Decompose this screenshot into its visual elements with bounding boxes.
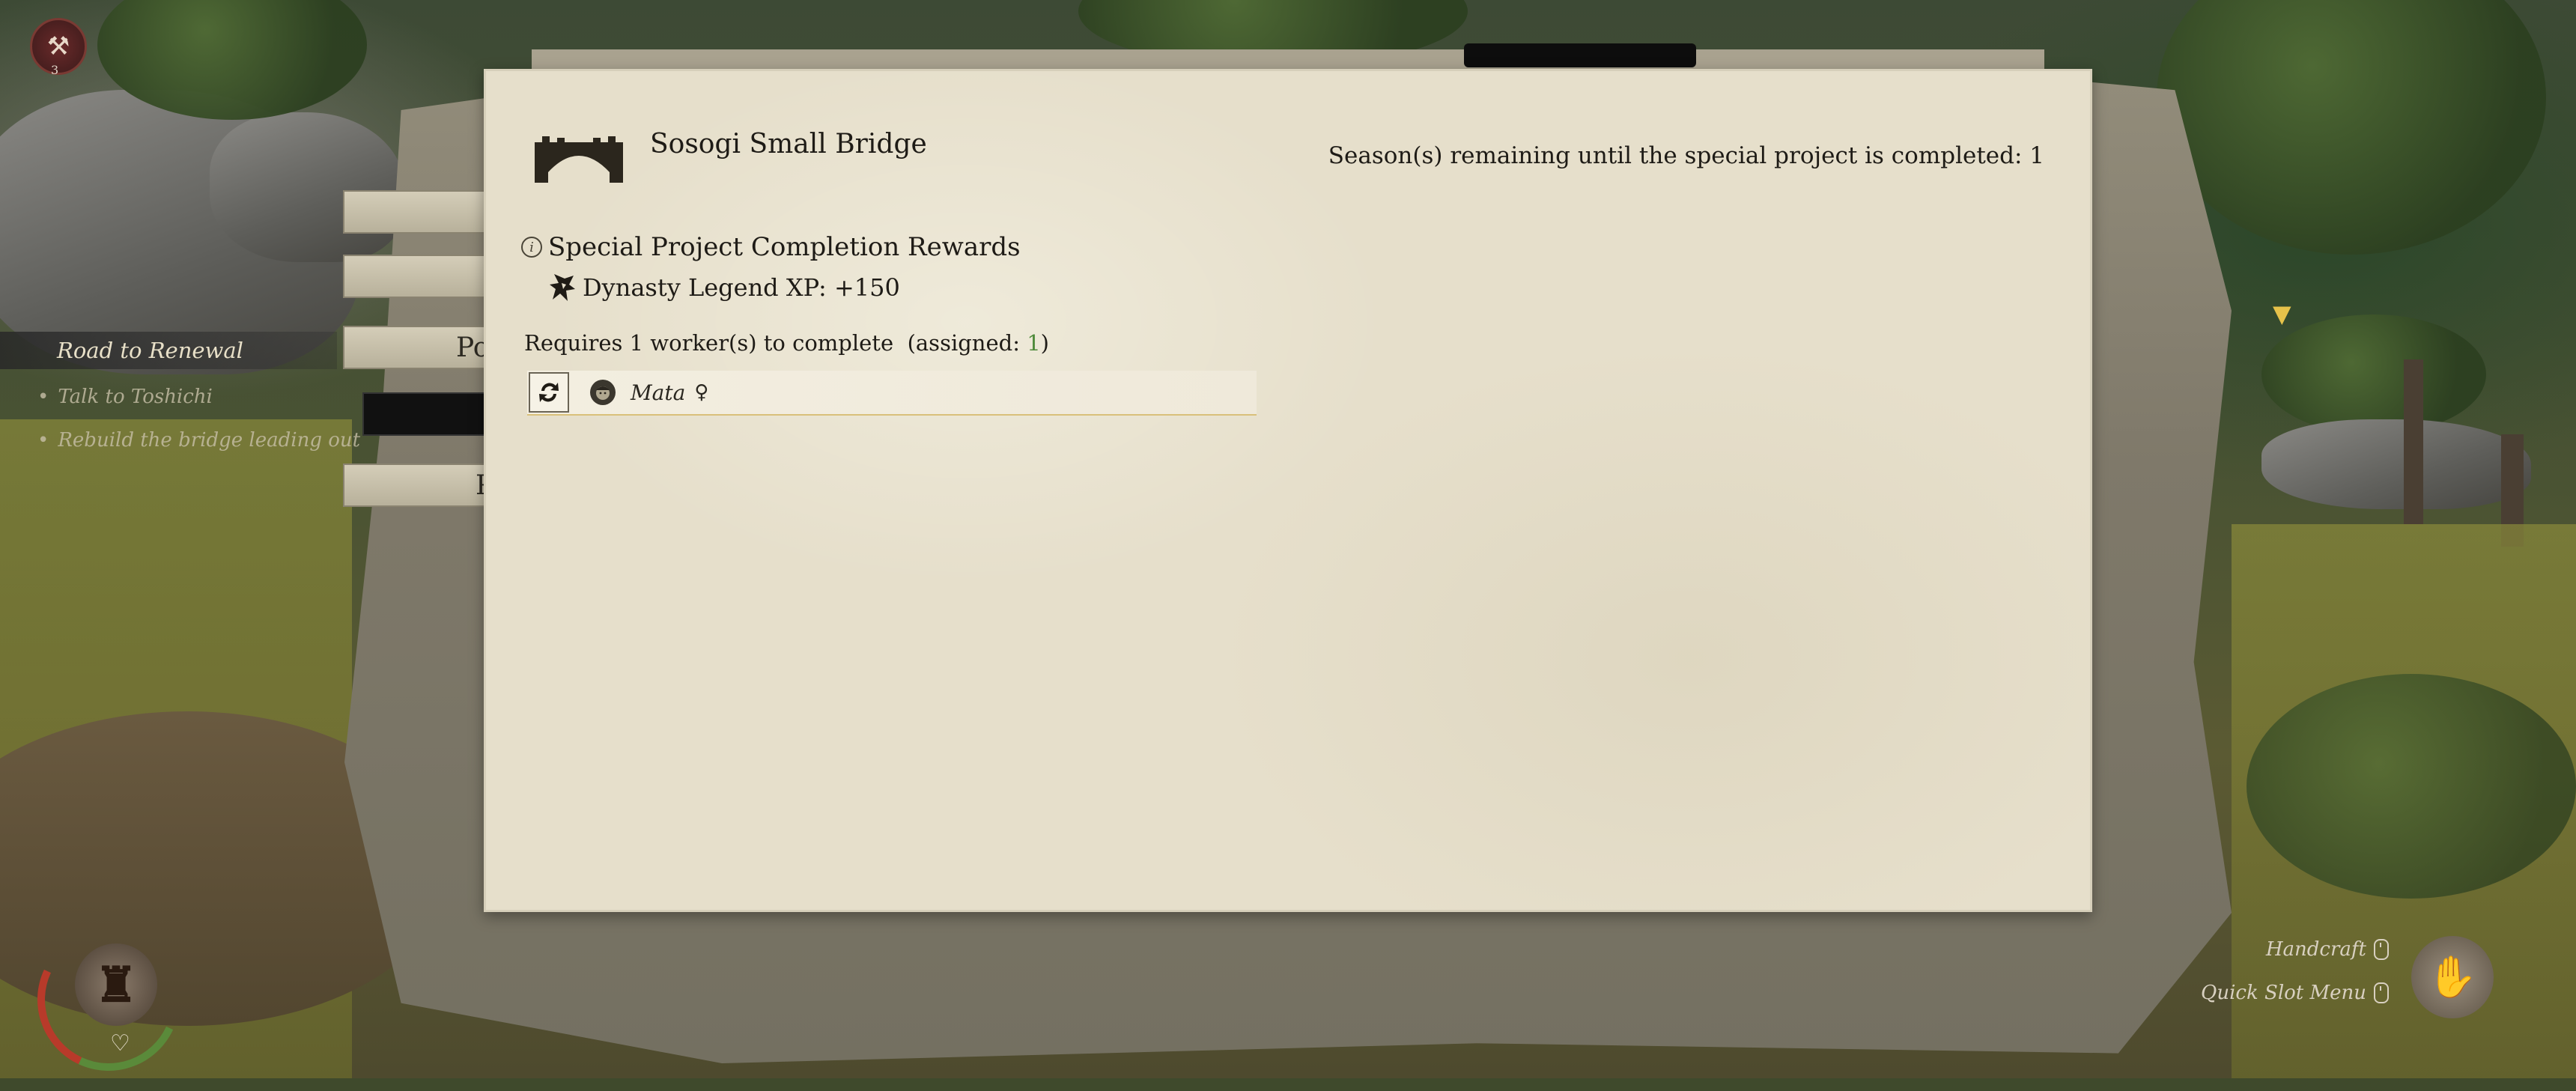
assigned-count: 1: [1027, 330, 1041, 356]
mouse-right-icon: [2374, 939, 2389, 960]
hint-label: Quick Slot Menu: [2201, 982, 2366, 1004]
quest-marker-icon: ▼: [2273, 300, 2291, 328]
worker-avatar-icon: [590, 380, 616, 405]
mouse-middle-icon: [2374, 982, 2389, 1003]
quest-step: Talk to Toshichi: [37, 386, 213, 408]
fence-post: [2404, 359, 2423, 524]
assigned-suffix: ): [1040, 330, 1049, 356]
rock: [2261, 419, 2531, 509]
worker-row[interactable]: Mata ♀: [527, 371, 1257, 416]
hand-interact-icon[interactable]: ✋: [2411, 936, 2494, 1018]
info-icon[interactable]: i: [521, 237, 542, 258]
swap-icon: [539, 383, 559, 402]
hint-quick-slot-menu: Quick Slot Menu: [2201, 982, 2389, 1004]
quest-title: Road to Renewal: [0, 332, 337, 369]
project-title: Sosogi Small Bridge: [650, 129, 927, 159]
quest-step: Rebuild the bridge leading out: [37, 429, 360, 452]
swap-worker-button[interactable]: [529, 372, 569, 413]
special-project-dialog: Sosogi Small Bridge Season(s) remaining …: [484, 69, 2092, 912]
tree-foliage: [2157, 0, 2546, 255]
hint-label: Handcraft: [2265, 938, 2366, 961]
tool-count: 3: [51, 63, 59, 77]
female-icon: ♀: [694, 381, 709, 404]
worker-face-icon: [596, 386, 610, 400]
rewards-title: Special Project Completion Rewards: [548, 232, 1021, 262]
menu-top-tab: [1464, 43, 1696, 67]
bush: [2261, 314, 2486, 434]
requires-text: Requires 1 worker(s) to complete: [524, 330, 894, 356]
reward-xp: Dynasty Legend XP: +150: [548, 271, 900, 304]
dynasty-legend-icon: [550, 274, 575, 301]
berry-bush: [2247, 674, 2576, 899]
seasons-remaining: Season(s) remaining until the special pr…: [1328, 142, 2044, 169]
assigned-prefix: (assigned:: [907, 330, 1027, 356]
worker-requirement: Requires 1 worker(s) to complete (assign…: [524, 330, 1049, 356]
bridge-icon: [535, 136, 623, 183]
health-stamina-gauge: ♜ ♡: [17, 908, 200, 1091]
heart-icon: ♡: [110, 1030, 130, 1057]
character-icon: ♜: [75, 943, 157, 1026]
worker-name: Mata: [631, 380, 686, 405]
rock: [210, 112, 404, 262]
menu-top-bar: [532, 49, 2044, 70]
reward-xp-label: Dynasty Legend XP: +150: [583, 273, 900, 302]
rewards-header: i Special Project Completion Rewards: [521, 232, 1021, 262]
hint-handcraft: Handcraft: [2266, 938, 2389, 961]
